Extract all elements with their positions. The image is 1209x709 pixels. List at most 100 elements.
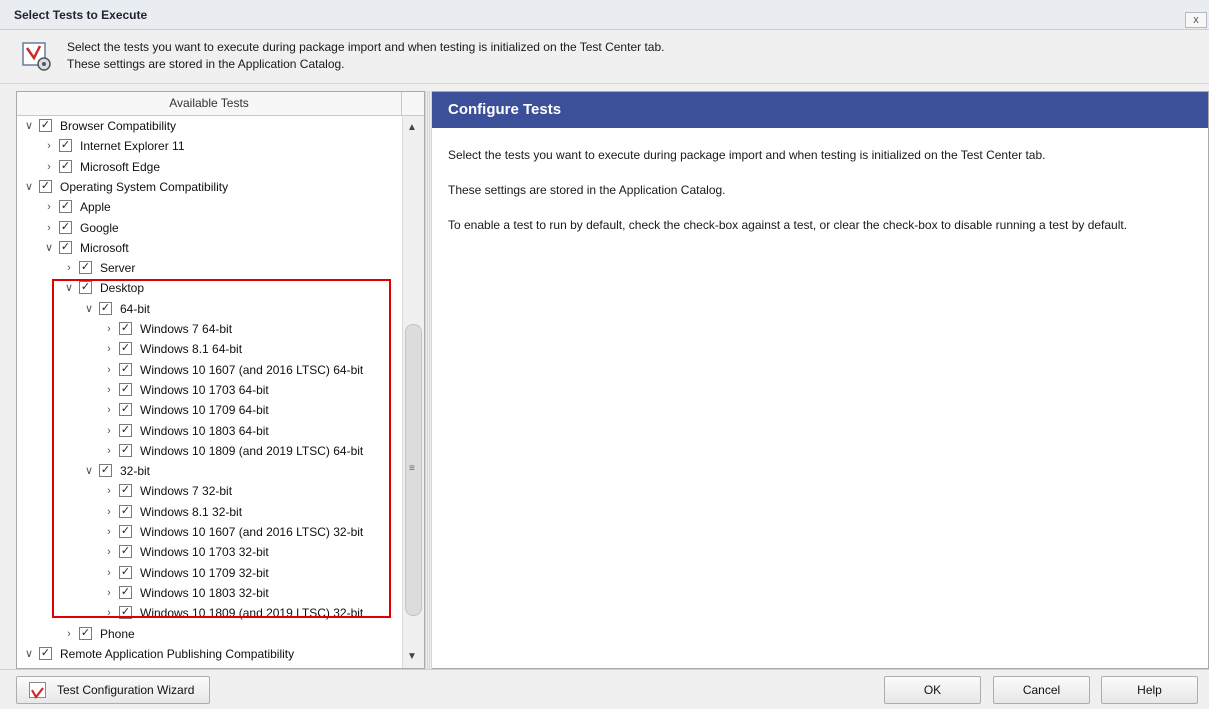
available-tests-column-header[interactable]: Available Tests	[17, 92, 402, 115]
tree-item[interactable]: › ✓ Windows 10 1703 32-bit	[17, 542, 397, 562]
chevron-right-icon[interactable]: ›	[43, 221, 55, 235]
checkbox-checked[interactable]: ✓	[119, 606, 132, 620]
chevron-right-icon[interactable]: ›	[103, 525, 115, 539]
checkbox-checked[interactable]: ✓	[119, 443, 132, 457]
tree-item[interactable]: › ✓ Windows 10 1709 32-bit	[17, 563, 397, 583]
checkbox-checked[interactable]: ✓	[119, 423, 132, 437]
checkbox-checked[interactable]: ✓	[119, 342, 132, 356]
tree-item[interactable]: ∨ ✓ Remote Application Publishing Compatib…	[17, 644, 397, 664]
ok-button[interactable]: OK	[884, 676, 981, 704]
tree-item[interactable]: › ✓ Windows 10 1703 64-bit	[17, 380, 397, 400]
tree-item-label: Windows 8.1 64-bit	[140, 342, 243, 357]
scroll-down-icon[interactable]: ▼	[407, 651, 417, 662]
chevron-down-icon[interactable]: ∨	[23, 647, 35, 661]
tree-item[interactable]: › ✓ Apple	[17, 197, 397, 217]
checkbox-checked[interactable]: ✓	[99, 301, 112, 315]
checkbox-checked[interactable]: ✓	[59, 240, 72, 254]
title-bar: Select Tests to Execute x	[0, 0, 1209, 30]
help-button[interactable]: Help	[1101, 676, 1198, 704]
chevron-right-icon[interactable]: ›	[103, 586, 115, 600]
checkbox-checked[interactable]: ✓	[79, 261, 92, 275]
checkbox-checked[interactable]: ✓	[59, 139, 72, 153]
chevron-down-icon[interactable]: ∨	[23, 180, 35, 194]
tree-item-label: Google	[80, 220, 119, 235]
tree-item[interactable]: › ✓ Server	[17, 258, 397, 278]
chevron-right-icon[interactable]: ›	[103, 383, 115, 397]
checkbox-checked[interactable]: ✓	[39, 119, 52, 132]
chevron-right-icon[interactable]: ›	[103, 403, 115, 417]
checkbox-checked[interactable]: ✓	[39, 646, 52, 660]
tree-item[interactable]: › ✓ Windows 10 1803 32-bit	[17, 583, 397, 603]
checkbox-checked[interactable]: ✓	[119, 484, 132, 498]
tree-item[interactable]: ∨ ✓ Microsoft	[17, 238, 397, 258]
tree-item[interactable]: › ✓ Windows 10 1607 (and 2016 LTSC) 32-bit	[17, 522, 397, 542]
checkbox-checked[interactable]: ✓	[119, 382, 132, 396]
chevron-down-icon[interactable]: ∨	[43, 241, 55, 255]
checkbox-checked[interactable]: ✓	[119, 322, 132, 335]
checkbox-checked[interactable]: ✓	[79, 281, 92, 295]
chevron-right-icon[interactable]: ›	[63, 627, 75, 641]
tree-item[interactable]: › ✓ Internet Explorer 11	[17, 136, 397, 156]
chevron-down-icon[interactable]: ∨	[63, 281, 75, 295]
checkbox-checked[interactable]: ✓	[119, 504, 132, 518]
checkbox-checked[interactable]: ✓	[119, 362, 132, 376]
tree-scrollbar[interactable]: ▲ ≡ ▼	[402, 116, 424, 668]
available-tests-panel: Available Tests ∨ ✓ Browser Compatibility ›…	[16, 91, 425, 669]
chevron-right-icon[interactable]: ›	[103, 342, 115, 356]
tree-item[interactable]: › ✓ Windows 8.1 32-bit	[17, 502, 397, 522]
tree-item-label: Windows 7 64-bit	[140, 322, 233, 336]
checkbox-checked[interactable]: ✓	[119, 585, 132, 599]
panel-paragraph-2: These settings are stored in the Applica…	[448, 183, 726, 197]
tree-item[interactable]: ∨ ✓ Desktop	[17, 278, 397, 298]
chevron-right-icon[interactable]: ›	[103, 484, 115, 498]
description-line-2: These settings are stored in the Applica…	[67, 57, 345, 71]
chevron-right-icon[interactable]: ›	[43, 200, 55, 214]
chevron-right-icon[interactable]: ›	[103, 606, 115, 620]
scroll-up-icon[interactable]: ▲	[407, 122, 417, 133]
chevron-right-icon[interactable]: ›	[103, 566, 115, 580]
checkbox-checked[interactable]: ✓	[59, 159, 72, 173]
checkbox-checked[interactable]: ✓	[59, 220, 72, 234]
tree-item[interactable]: ∨ ✓ 64-bit	[17, 299, 397, 319]
cancel-button[interactable]: Cancel	[993, 676, 1090, 704]
chevron-down-icon[interactable]: ∨	[83, 464, 95, 478]
chevron-down-icon[interactable]: ∨	[83, 302, 95, 316]
tree-item[interactable]: › ✓ Windows 10 1809 (and 2019 LTSC) 64-bit	[17, 441, 397, 461]
tree-item[interactable]: › ✓ Microsoft Edge	[17, 157, 397, 177]
chevron-right-icon[interactable]: ›	[103, 322, 115, 336]
tree-item[interactable]: ∨ ✓ Browser Compatibility	[17, 116, 397, 136]
chevron-right-icon[interactable]: ›	[103, 363, 115, 377]
chevron-down-icon[interactable]: ∨	[23, 119, 35, 133]
tree-item[interactable]: ∨ ✓ 32-bit	[17, 461, 397, 481]
tree-item-label: Windows 10 1607 (and 2016 LTSC) 64-bit	[140, 362, 364, 377]
tree-item[interactable]: › ✓ Windows 10 1809 (and 2019 LTSC) 32-bit	[17, 603, 397, 623]
checkbox-checked[interactable]: ✓	[59, 200, 72, 214]
chevron-right-icon[interactable]: ›	[63, 261, 75, 275]
checkbox-checked[interactable]: ✓	[119, 403, 132, 417]
panel-splitter[interactable]	[425, 91, 432, 669]
tree-item[interactable]: › ✓ Phone	[17, 624, 397, 644]
tree-item[interactable]: › ✓ Windows 10 1709 64-bit	[17, 400, 397, 420]
close-button[interactable]: x	[1185, 12, 1207, 28]
scrollbar-thumb[interactable]: ≡	[405, 324, 422, 616]
checkbox-checked[interactable]: ✓	[99, 464, 112, 478]
tree-item[interactable]: ∨ ✓ Operating System Compatibility	[17, 177, 397, 197]
tree-item[interactable]: › ✓ Windows 10 1803 64-bit	[17, 421, 397, 441]
checkbox-checked[interactable]: ✓	[119, 565, 132, 579]
tree-item[interactable]: › ✓ Windows 10 1607 (and 2016 LTSC) 64-bit	[17, 360, 397, 380]
chevron-right-icon[interactable]: ›	[43, 160, 55, 174]
chevron-right-icon[interactable]: ›	[103, 424, 115, 438]
checkbox-checked[interactable]: ✓	[79, 626, 92, 640]
chevron-right-icon[interactable]: ›	[103, 444, 115, 458]
checkbox-checked[interactable]: ✓	[119, 545, 132, 559]
chevron-right-icon[interactable]: ›	[103, 505, 115, 519]
chevron-right-icon[interactable]: ›	[103, 545, 115, 559]
checkbox-checked[interactable]: ✓	[39, 179, 52, 193]
tree-item[interactable]: › ✓ Windows 8.1 64-bit	[17, 339, 397, 359]
chevron-right-icon[interactable]: ›	[43, 139, 55, 153]
tree-item[interactable]: › ✓ Windows 7 32-bit	[17, 481, 397, 501]
tree-item[interactable]: › ✓ Google	[17, 218, 397, 238]
checkbox-checked[interactable]: ✓	[119, 525, 132, 538]
test-configuration-wizard-button[interactable]: Test Configuration Wizard	[16, 676, 210, 704]
tree-item[interactable]: › ✓ Windows 7 64-bit	[17, 319, 397, 339]
